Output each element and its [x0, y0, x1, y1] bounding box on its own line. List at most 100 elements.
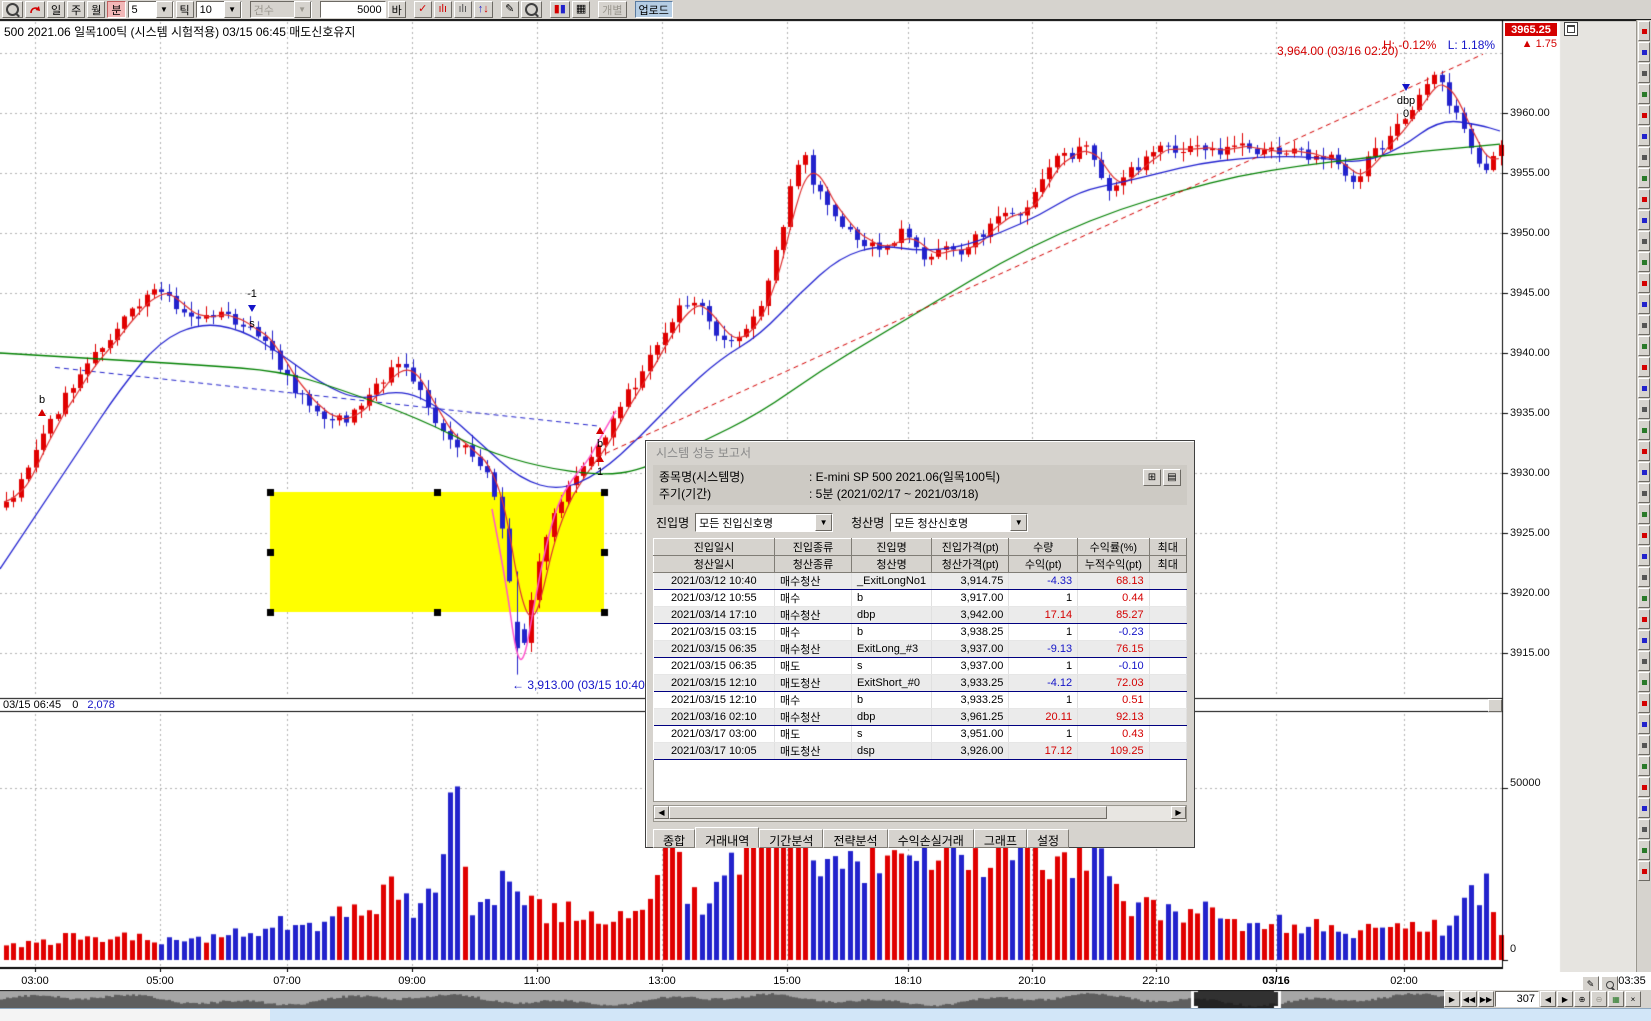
- side-toolbar-button[interactable]: [1638, 63, 1650, 83]
- period-minute-button[interactable]: 분: [107, 1, 125, 18]
- draw-chart-icon[interactable]: ✎: [501, 1, 519, 18]
- side-toolbar-button[interactable]: [1638, 756, 1650, 776]
- search-chart-icon[interactable]: [521, 1, 542, 18]
- chevron-down-icon[interactable]: ▼: [1010, 514, 1027, 531]
- copy-icon[interactable]: ⊞: [1143, 469, 1161, 486]
- exit-filter-combo[interactable]: 모든 청산신호명 ▼: [890, 513, 1028, 532]
- side-toolbar-button[interactable]: [1638, 294, 1650, 314]
- volume-bars-red-icon[interactable]: ılı: [434, 1, 452, 18]
- side-toolbar-button[interactable]: [1638, 168, 1650, 188]
- trade-row[interactable]: 2021/03/14 17:10매수청산dbp3,942.0017.1485.2…: [654, 607, 1187, 624]
- chevron-down-icon[interactable]: ▼: [815, 514, 832, 531]
- scrollbar-thumb[interactable]: [669, 806, 1107, 819]
- grid-table-icon[interactable]: ▦: [572, 1, 590, 18]
- side-toolbar-button[interactable]: [1638, 273, 1650, 293]
- side-toolbar-button[interactable]: [1638, 84, 1650, 104]
- trade-row[interactable]: 2021/03/15 12:10매도청산ExitShort_#03,933.25…: [654, 675, 1187, 692]
- dialog-tab-전략분석[interactable]: 전략분석: [823, 829, 887, 848]
- trade-table[interactable]: 진입일시진입종류진입명진입가격(pt)수량수익률(%)최대청산일시청산종류청산명…: [653, 538, 1187, 760]
- trade-column-header[interactable]: 진입가격(pt): [932, 539, 1009, 556]
- side-toolbar-button[interactable]: [1638, 378, 1650, 398]
- trade-row[interactable]: 2021/03/15 03:15매수b3,938.251-0.23: [654, 624, 1187, 641]
- side-toolbar-button[interactable]: [1638, 798, 1650, 818]
- trade-column-header[interactable]: 진입일시: [654, 539, 775, 556]
- play-icon[interactable]: ▶: [1444, 991, 1460, 1007]
- candle-chart-icon[interactable]: ▮▮: [550, 1, 570, 18]
- trade-column-header[interactable]: 진입명: [852, 539, 932, 556]
- system-performance-dialog[interactable]: 시스템 성능 보고서 종목명(시스템명) : E-mini SP 500 202…: [645, 440, 1195, 848]
- trade-column-header[interactable]: 수량: [1009, 539, 1078, 556]
- fast-forward-icon[interactable]: ▶▶: [1478, 991, 1494, 1007]
- period-month-button[interactable]: 월: [87, 1, 105, 18]
- trade-column-header[interactable]: 청산종류: [775, 556, 852, 573]
- trade-row[interactable]: 2021/03/17 03:00매도s3,951.0010.43: [654, 726, 1187, 743]
- divider-button[interactable]: [1488, 699, 1502, 712]
- side-toolbar-button[interactable]: [1638, 252, 1650, 272]
- side-toolbar-button[interactable]: [1638, 357, 1650, 377]
- side-toolbar-button[interactable]: [1638, 819, 1650, 839]
- side-toolbar-button[interactable]: [1638, 630, 1650, 650]
- side-toolbar-button[interactable]: [1638, 210, 1650, 230]
- navigator-canvas[interactable]: [0, 990, 1444, 1008]
- scroll-left-icon[interactable]: ◀: [654, 806, 669, 819]
- side-toolbar-button[interactable]: [1638, 42, 1650, 62]
- print-icon[interactable]: ▤: [1163, 469, 1181, 486]
- sort-arrows-icon[interactable]: ↑↓: [474, 1, 493, 18]
- chart-navigator[interactable]: [0, 990, 1444, 1008]
- trade-row[interactable]: 2021/03/15 12:10매수b3,933.2510.51: [654, 692, 1187, 709]
- side-toolbar-button[interactable]: [1638, 126, 1650, 146]
- side-toolbar-button[interactable]: [1638, 441, 1650, 461]
- signal-check-icon[interactable]: ✓: [414, 1, 432, 18]
- side-toolbar-button[interactable]: [1638, 315, 1650, 335]
- dialog-tab-수익손실거래[interactable]: 수익손실거래: [888, 829, 974, 848]
- side-toolbar-button[interactable]: [1638, 336, 1650, 356]
- side-toolbar-button[interactable]: [1638, 399, 1650, 419]
- horizontal-scrollbar[interactable]: ◀ ▶: [653, 805, 1187, 822]
- entry-filter-combo[interactable]: 모든 진입신호명 ▼: [695, 513, 833, 532]
- trade-row[interactable]: 2021/03/16 02:10매수청산dbp3,961.2520.1192.1…: [654, 709, 1187, 726]
- side-toolbar-button[interactable]: [1638, 651, 1650, 671]
- dialog-tab-거래내역[interactable]: 거래내역: [695, 827, 759, 848]
- side-toolbar-button[interactable]: [1638, 462, 1650, 482]
- zoom-out-icon[interactable]: ⊖: [1591, 991, 1607, 1007]
- side-toolbar-button[interactable]: [1638, 735, 1650, 755]
- scroll-right-icon[interactable]: ▶: [1171, 806, 1186, 819]
- zoom-icon[interactable]: [2, 1, 23, 18]
- side-toolbar-button[interactable]: [1638, 189, 1650, 209]
- dialog-tab-그래프[interactable]: 그래프: [974, 829, 1027, 848]
- trade-row[interactable]: 2021/03/15 06:35매도s3,937.001-0.10: [654, 658, 1187, 675]
- grid-view-icon[interactable]: ▦: [1608, 991, 1624, 1007]
- side-toolbar-button[interactable]: [1638, 609, 1650, 629]
- side-toolbar-button[interactable]: [1638, 567, 1650, 587]
- trade-column-header[interactable]: 청산일시: [654, 556, 775, 573]
- period-week-button[interactable]: 주: [67, 1, 85, 18]
- trade-column-header[interactable]: 누적수익(pt): [1078, 556, 1149, 573]
- side-toolbar-button[interactable]: [1638, 525, 1650, 545]
- side-toolbar-button[interactable]: [1638, 693, 1650, 713]
- trade-row[interactable]: 2021/03/12 10:55매수b3,917.0010.44: [654, 590, 1187, 607]
- trade-column-header[interactable]: 최대: [1149, 539, 1186, 556]
- side-toolbar-button[interactable]: [1638, 546, 1650, 566]
- dialog-tab-기간분석[interactable]: 기간분석: [759, 829, 823, 848]
- tick-button[interactable]: 틱: [176, 1, 194, 18]
- trade-column-header[interactable]: 진입종류: [775, 539, 852, 556]
- side-toolbar-button[interactable]: [1638, 231, 1650, 251]
- side-toolbar-button[interactable]: [1638, 777, 1650, 797]
- tick-combo[interactable]: 10 ▼: [196, 1, 242, 18]
- trade-column-header[interactable]: 최대: [1149, 556, 1186, 573]
- trade-row[interactable]: 2021/03/17 10:05매도청산dsp3,926.0017.12109.…: [654, 743, 1187, 760]
- side-toolbar-button[interactable]: [1638, 483, 1650, 503]
- side-toolbar-button[interactable]: [1638, 147, 1650, 167]
- restore-window-icon[interactable]: [1564, 22, 1578, 36]
- go-last-icon[interactable]: ▶: [1557, 991, 1573, 1007]
- side-toolbar-button[interactable]: [1638, 504, 1650, 524]
- dialog-titlebar[interactable]: 시스템 성능 보고서: [646, 441, 1194, 463]
- minute-combo[interactable]: 5 ▼: [128, 1, 174, 18]
- bar-button[interactable]: 바: [388, 1, 406, 18]
- bar-count-input[interactable]: 5000: [320, 1, 386, 18]
- side-toolbar-button[interactable]: [1638, 714, 1650, 734]
- go-first-icon[interactable]: ◀: [1540, 991, 1556, 1007]
- side-toolbar-button[interactable]: [1638, 21, 1650, 41]
- side-toolbar-button[interactable]: [1638, 105, 1650, 125]
- trade-row[interactable]: 2021/03/12 10:40매수청산_ExitLongNo13,914.75…: [654, 573, 1187, 590]
